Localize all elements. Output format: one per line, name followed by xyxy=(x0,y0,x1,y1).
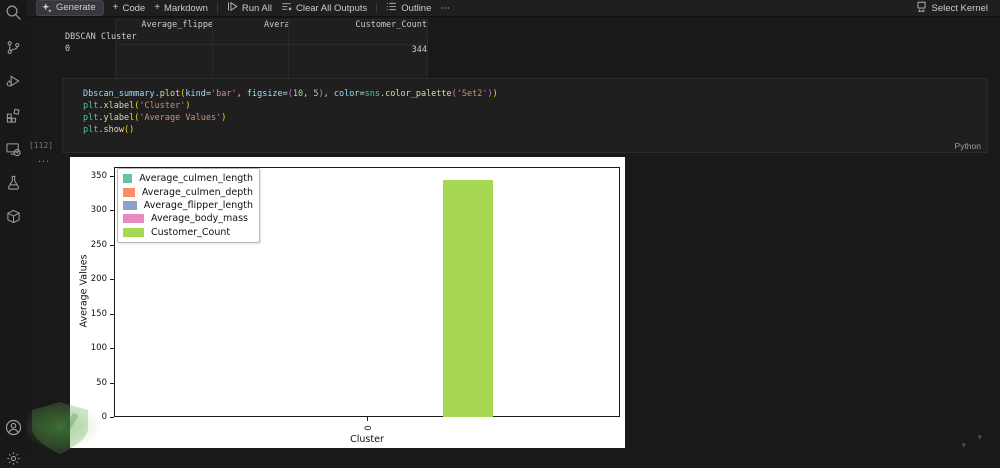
code-token: plt xyxy=(83,113,99,123)
code-token: kind xyxy=(185,89,206,99)
legend-label: Average_culmen_depth xyxy=(141,186,253,198)
code-token: ) xyxy=(185,101,191,111)
bar-customer_count xyxy=(442,180,494,417)
activity-bar xyxy=(0,0,27,465)
legend-swatch xyxy=(123,174,133,184)
code-token: ) xyxy=(492,89,498,99)
code-token: 'Set2' xyxy=(456,89,488,99)
code-line: plt.ylabel('Average Values') xyxy=(83,112,498,124)
chart-legend: Average_culmen_length Average_culmen_dept… xyxy=(117,168,260,243)
code-token: ) xyxy=(129,125,135,135)
code-token: , xyxy=(303,89,314,99)
chart-x-axis-label: Cluster xyxy=(350,434,384,445)
execution-count: [112] xyxy=(29,141,54,150)
legend-item: Average_culmen_depth xyxy=(123,185,253,198)
code-token: plt xyxy=(83,101,99,111)
code-token: 'Cluster' xyxy=(139,101,186,111)
legend-swatch xyxy=(123,200,137,210)
shield-watermark xyxy=(32,402,88,454)
legend-swatch xyxy=(123,187,135,197)
y-tick-mark xyxy=(110,210,114,212)
code-token: show xyxy=(103,125,124,135)
y-tick-mark xyxy=(110,417,114,418)
account-icon[interactable] xyxy=(3,417,23,437)
x-tick-mark xyxy=(367,417,368,421)
legend-swatch xyxy=(123,227,144,237)
code-token: , xyxy=(323,89,334,99)
legend-swatch xyxy=(123,214,144,224)
search-icon[interactable] xyxy=(3,2,23,22)
settings-gear-icon[interactable] xyxy=(3,448,23,468)
chart-output: Average Values Cluster Average_culmen_le… xyxy=(70,157,625,448)
scroll-indicator-icons[interactable]: ▾ ▾ xyxy=(961,433,982,450)
run-and-debug-icon[interactable] xyxy=(3,71,23,91)
extensions-icon[interactable] xyxy=(3,105,23,125)
vscode-notebook-window: Generate + Code + Markdown Run All Clear… xyxy=(0,0,1000,465)
code-token: 'Average Values' xyxy=(139,113,222,123)
table-row-index: 0 xyxy=(65,44,71,54)
y-tick-mark xyxy=(110,313,114,315)
remote-explorer-icon[interactable] xyxy=(3,139,23,159)
code-token: sns xyxy=(364,89,380,99)
legend-label: Average_culmen_length xyxy=(139,173,253,185)
chevron-down-icon[interactable]: ▾ xyxy=(961,441,966,450)
code-line: plt.xlabel('Cluster') xyxy=(83,100,498,112)
code-token: plot xyxy=(159,89,181,99)
code-token: color xyxy=(333,89,360,99)
code-token: plt xyxy=(83,125,99,135)
code-token: Dbscan_summary xyxy=(83,89,155,99)
legend-label: Average_body_mass xyxy=(151,213,248,225)
y-tick-label: 250 xyxy=(90,239,107,250)
legend-item: Customer_Count xyxy=(123,226,253,239)
y-tick-label: 200 xyxy=(90,274,107,285)
code-token: 10 xyxy=(292,89,304,99)
cell-language-picker[interactable]: Python xyxy=(955,141,981,151)
code-token: 'bar' xyxy=(211,89,237,99)
code-line: Dbscan_summary.plot(kind='bar', figsize=… xyxy=(83,88,498,100)
legend-item: Average_body_mass xyxy=(123,212,253,225)
package-icon[interactable] xyxy=(3,206,23,226)
code-token: , xyxy=(236,89,247,99)
code-token: xlabel xyxy=(103,101,135,111)
code-cell[interactable]: Dbscan_summary.plot(kind='bar', figsize=… xyxy=(62,78,988,153)
code-token: ylabel xyxy=(103,113,135,123)
y-tick-label: 50 xyxy=(96,377,107,388)
legend-label: Average_flipper_length xyxy=(143,199,253,211)
y-tick-mark xyxy=(110,382,114,384)
table-index-label: DBSCAN Cluster xyxy=(65,32,137,42)
code-token: ) xyxy=(221,113,227,123)
dataframe-output: Average_flipper_lengthAverage_body_massC… xyxy=(0,0,1000,119)
legend-label: Customer_Count xyxy=(151,226,231,238)
y-tick-label: 350 xyxy=(90,171,107,181)
code-token: figsize xyxy=(246,89,283,99)
code-token: color_palette xyxy=(385,89,452,99)
legend-item: Average_flipper_length xyxy=(123,199,253,212)
testing-beaker-icon[interactable] xyxy=(3,172,23,192)
y-tick-mark xyxy=(110,244,114,246)
y-tick-label: 300 xyxy=(90,205,107,216)
y-tick-label: 100 xyxy=(90,343,107,354)
y-tick-mark xyxy=(110,348,114,350)
output-more-menu[interactable]: ... xyxy=(38,153,50,165)
y-tick-mark xyxy=(110,176,114,177)
y-tick-mark xyxy=(110,279,114,281)
x-tick-category-label: 0 xyxy=(361,425,372,431)
source-control-icon[interactable] xyxy=(3,37,23,57)
legend-item: Average_culmen_length xyxy=(123,172,253,185)
code-line: plt.show() xyxy=(83,124,498,136)
y-tick-label: 150 xyxy=(90,308,107,319)
code-editor[interactable]: Dbscan_summary.plot(kind='bar', figsize=… xyxy=(83,88,498,136)
